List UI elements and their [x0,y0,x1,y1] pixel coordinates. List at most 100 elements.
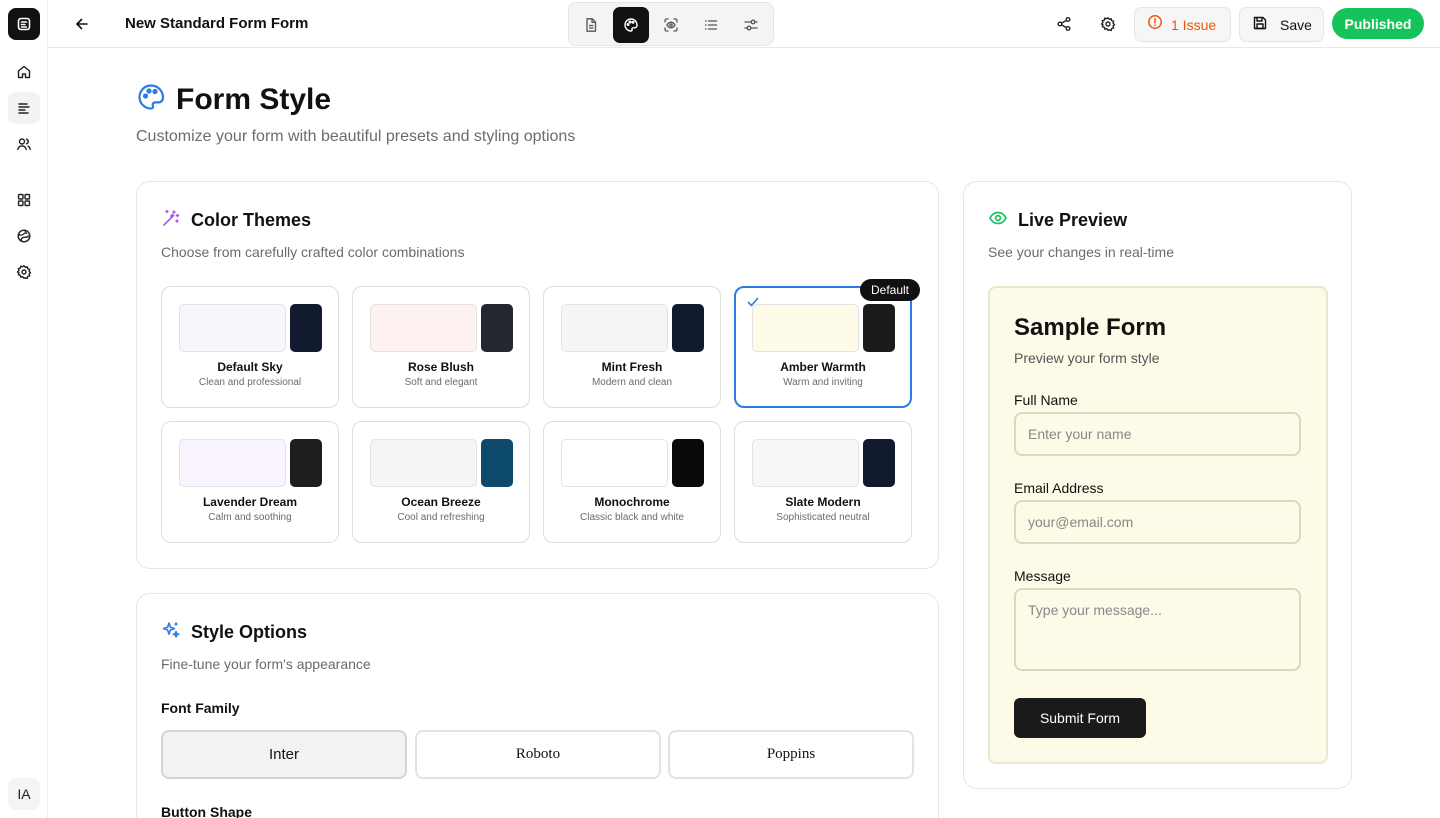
share-icon[interactable] [1050,10,1078,38]
theme-name: Slate Modern [785,495,861,509]
top-bar: New Standard Form Form 1 Issue Save Publ… [48,0,1440,48]
live-preview-card: Live Preview See your changes in real-ti… [963,181,1352,789]
theme-name: Lavender Dream [202,495,298,509]
left-rail: IA [0,0,48,818]
button-shape-label: Button Shape [161,804,252,818]
style-options-title: Style Options [191,622,308,642]
theme-name: Default Sky [217,360,283,374]
save-button[interactable]: Save [1239,7,1324,42]
preview-form-subtitle: Preview your form style [1014,350,1160,366]
live-preview-title: Live Preview [1018,210,1128,230]
message-label: Message [1014,568,1071,584]
theme-card-slate-modern[interactable]: Slate Modern Sophisticated neutral [734,421,912,543]
preview-form: Sample Form Preview your form style Full… [988,286,1328,764]
email-label: Email Address [1014,480,1104,496]
full-name-field[interactable]: Enter your name [1014,412,1301,456]
theme-description: Warm and inviting [783,377,863,388]
mode-switcher [568,2,774,46]
style-options-header: Style Options [161,620,307,645]
theme-swatch-dark [290,439,322,487]
theme-swatch-dark [863,439,895,487]
color-themes-card: Color Themes Choose from carefully craft… [136,181,939,569]
theme-name: Mint Fresh [601,360,663,374]
theme-card-rose-blush[interactable]: Rose Blush Soft and elegant [352,286,530,408]
theme-card-amber-warmth[interactable]: Amber Warmth Warm and inviting Default [734,279,920,408]
theme-description: Classic black and white [580,512,684,523]
font-family-label: Font Family [161,700,240,716]
font-option-poppins[interactable]: Poppins [668,730,914,779]
alert-icon [1147,14,1163,35]
palette-icon[interactable] [613,7,649,43]
save-label: Save [1280,16,1312,33]
wand-icon [161,208,181,233]
issues-label: 1 Issue [1171,16,1217,33]
theme-description: Sophisticated neutral [776,512,870,523]
theme-description: Calm and soothing [208,512,292,523]
document-icon[interactable] [573,7,609,43]
color-themes-subtitle: Choose from carefully crafted color comb… [161,244,465,260]
email-field[interactable]: your@email.com [1014,500,1301,544]
theme-name: Rose Blush [407,360,474,374]
sparkles-icon [161,620,181,645]
page-title-row: Form Style [136,82,331,117]
theme-card-lavender-dream[interactable]: Lavender Dream Calm and soothing [161,421,339,543]
font-option-inter[interactable]: Inter [161,730,407,779]
theme-swatch-dark [290,304,322,352]
full-name-label: Full Name [1014,392,1078,408]
theme-swatch-dark [481,304,513,352]
settings-icon[interactable] [8,256,40,288]
grid-icon[interactable] [8,184,40,216]
theme-card-ocean-breeze[interactable]: Ocean Breeze Cool and refreshing [352,421,530,543]
users-icon[interactable] [8,128,40,160]
theme-description: Cool and refreshing [397,512,485,523]
theme-swatch-dark [481,439,513,487]
home-icon[interactable] [8,56,40,88]
page-subtitle: Customize your form with beautiful prese… [136,128,576,145]
form-title: New Standard Form Form [125,15,309,32]
theme-swatch-light [370,439,477,487]
page-title: Form Style [176,82,332,116]
color-themes-title: Color Themes [191,210,312,230]
back-arrow-icon[interactable] [68,10,96,38]
theme-swatch-dark [672,439,704,487]
live-preview-subtitle: See your changes in real-time [988,244,1174,260]
style-options-card: Style Options Fine-tune your form's appe… [136,593,939,818]
theme-swatch-dark [672,304,704,352]
theme-name: Monochrome [594,495,670,509]
gear-icon[interactable] [1094,10,1122,38]
sliders-icon[interactable] [733,7,769,43]
eye-icon [988,208,1008,233]
save-icon [1252,15,1268,34]
preview-form-title: Sample Form [1014,314,1167,341]
live-preview-header: Live Preview [988,208,1127,233]
submit-form-button[interactable]: Submit Form [1014,698,1146,738]
theme-swatch-light [752,439,859,487]
theme-card-mint-fresh[interactable]: Mint Fresh Modern and clean [543,286,721,408]
theme-name: Amber Warmth [780,360,866,374]
theme-swatch-light [179,439,286,487]
theme-description: Modern and clean [591,377,673,388]
theme-swatch-light [752,304,859,352]
avatar[interactable]: IA [8,778,40,810]
forms-icon[interactable] [8,92,40,124]
theme-card-monochrome[interactable]: Monochrome Classic black and white [543,421,721,543]
theme-card-default-sky[interactable]: Default Sky Clean and professional [161,286,339,408]
list-icon[interactable] [693,7,729,43]
style-options-subtitle: Fine-tune your form's appearance [161,656,371,672]
font-option-roboto[interactable]: Roboto [415,730,661,779]
palette-icon [136,82,166,117]
logo-icon[interactable] [8,8,40,40]
globe-icon[interactable] [8,220,40,252]
issues-button[interactable]: 1 Issue [1134,7,1231,42]
message-field[interactable]: Type your message... [1014,588,1301,671]
published-button[interactable]: Published [1332,8,1424,39]
theme-name: Ocean Breeze [401,495,481,509]
theme-swatch-light [561,439,668,487]
scan-eye-icon[interactable] [653,7,689,43]
check-icon [746,295,760,314]
theme-swatch-light [370,304,477,352]
theme-swatch-light [179,304,286,352]
default-badge: Default [860,279,920,301]
theme-swatch-light [561,304,668,352]
theme-description: Clean and professional [198,377,302,388]
